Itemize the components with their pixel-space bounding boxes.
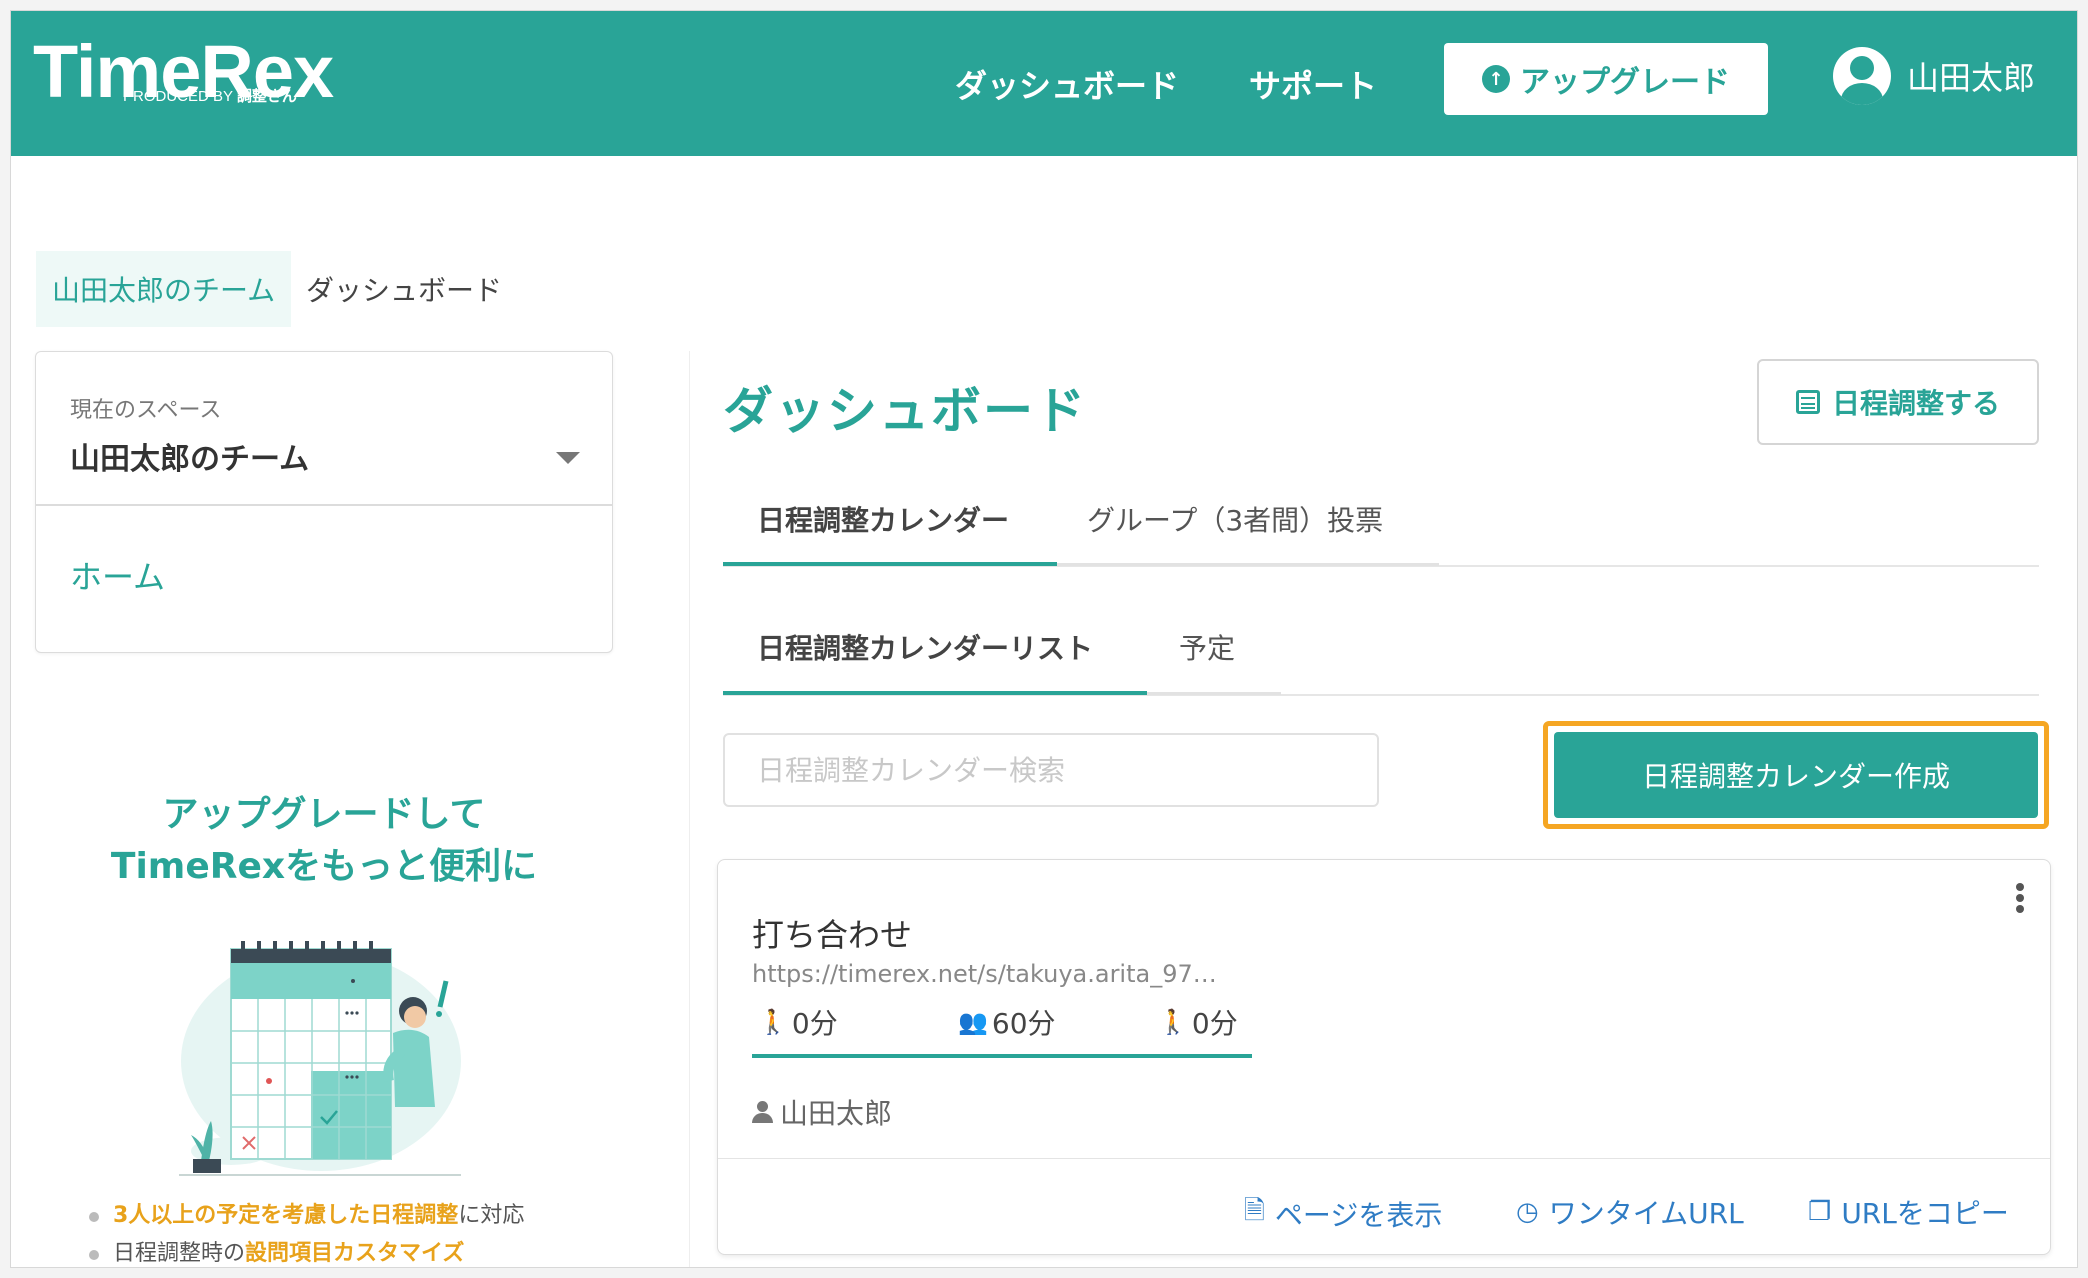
calendar-card[interactable]: 打ち合わせ https://timerex.net/s/takuya.arita… bbox=[717, 859, 2051, 1255]
page-title: ダッシュボード bbox=[723, 382, 1087, 440]
avatar-icon bbox=[1833, 47, 1891, 105]
walking-icon: 🚶 bbox=[1158, 1008, 1188, 1036]
walking-icon: 🚶 bbox=[758, 1008, 788, 1036]
promo-item2-prefix: 日程調整時の bbox=[113, 1241, 246, 1266]
inactive-tab-indicator bbox=[1057, 563, 1439, 566]
schedule-button[interactable]: 日程調整する bbox=[1757, 359, 2039, 445]
after-buffer-value: 0分 bbox=[1191, 1007, 1238, 1040]
calendar-icon bbox=[1795, 390, 1820, 414]
tab-calendar-list[interactable]: 日程調整カレンダーリスト bbox=[757, 627, 1093, 667]
app-window: TimeRex PRODUCED BY 調整さん ダッシュボード サポート ↑ … bbox=[10, 10, 2078, 1268]
list-item: 日程調整時の設問項目カスタマイズ bbox=[83, 1235, 524, 1267]
divider bbox=[36, 504, 612, 506]
promo-title: アップグレードして TimeRexをもっと便利に bbox=[35, 789, 613, 893]
owner-name: 山田太郎 bbox=[780, 1097, 893, 1130]
duration-bar bbox=[752, 1054, 1252, 1058]
calendar-url: https://timerex.net/s/takuya.arita_97… bbox=[752, 960, 1217, 988]
before-buffer-value: 0分 bbox=[791, 1007, 838, 1040]
divider bbox=[718, 1158, 2050, 1159]
meeting-duration: 👥 60分 bbox=[958, 1002, 1056, 1042]
promo-title-line2: TimeRexをもっと便利に bbox=[110, 846, 538, 887]
space-name[interactable]: 山田太郎のチーム bbox=[70, 434, 309, 478]
promo-item1-highlight: 3人以上の予定を考慮した日程調整 bbox=[113, 1203, 459, 1228]
promo-item1-suffix: に対応 bbox=[458, 1203, 525, 1228]
user-menu[interactable]: 山田太郎 bbox=[1833, 47, 2035, 105]
promo-title-line1: アップグレードして bbox=[162, 794, 486, 835]
space-selector-card: 現在のスペース 山田太郎のチーム ホーム bbox=[35, 351, 613, 653]
sidebar-item-home[interactable]: ホーム bbox=[70, 552, 165, 598]
tab-scheduling-calendar[interactable]: 日程調整カレンダー bbox=[757, 499, 1009, 539]
active-subtab-indicator bbox=[723, 691, 1147, 695]
duration-value: 60分 bbox=[991, 1007, 1056, 1040]
upgrade-label: アップグレード bbox=[1520, 65, 1730, 100]
nav-support[interactable]: サポート bbox=[1249, 61, 1377, 107]
user-name: 山田太郎 bbox=[1907, 59, 2036, 97]
space-label: 現在のスペース bbox=[70, 398, 222, 423]
calendar-owner: 山田太郎 bbox=[752, 1092, 892, 1132]
create-button-highlight: 日程調整カレンダー作成 bbox=[1543, 721, 2049, 829]
active-tab-indicator bbox=[723, 562, 1057, 566]
copy-url-label: URLをコピー bbox=[1841, 1197, 2009, 1230]
tab-events[interactable]: 予定 bbox=[1179, 627, 1235, 667]
view-page-button[interactable]: 🗎 ページを表示 bbox=[1244, 1192, 1442, 1236]
copy-icon: ❐ bbox=[1808, 1197, 1832, 1227]
promo-feature-list: 3人以上の予定を考慮した日程調整に対応 日程調整時の設問項目カスタマイズ bbox=[83, 1197, 524, 1267]
caret-down-icon[interactable] bbox=[556, 452, 580, 464]
breadcrumb-team[interactable]: 山田太郎のチーム bbox=[36, 251, 292, 327]
clock-icon: ◷ bbox=[1516, 1197, 1539, 1227]
one-time-url-label: ワンタイムURL bbox=[1548, 1197, 1744, 1230]
upgrade-button[interactable]: ↑ アップグレード bbox=[1444, 43, 1768, 115]
logo-sub-prefix: PRODUCED BY bbox=[123, 88, 237, 105]
list-item: 3人以上の予定を考慮した日程調整に対応 bbox=[83, 1197, 524, 1235]
document-search-icon: 🗎 bbox=[1244, 1196, 1265, 1226]
inactive-subtab-indicator bbox=[1147, 692, 1281, 695]
copy-url-button[interactable]: ❐ URLをコピー bbox=[1808, 1192, 2009, 1232]
calendar-illustration bbox=[179, 941, 461, 1176]
promo-item2-highlight: 設問項目カスタマイズ bbox=[245, 1241, 465, 1266]
breadcrumb-current: ダッシュボード bbox=[306, 274, 503, 307]
after-buffer: 🚶 0分 bbox=[1158, 1002, 1238, 1042]
before-buffer: 🚶 0分 bbox=[758, 1002, 838, 1042]
more-vertical-icon[interactable] bbox=[2010, 880, 2030, 916]
people-icon: 👥 bbox=[958, 1008, 988, 1036]
one-time-url-button[interactable]: ◷ ワンタイムURL bbox=[1516, 1192, 1744, 1232]
view-page-label: ページを表示 bbox=[1274, 1199, 1443, 1232]
schedule-button-label: 日程調整する bbox=[1831, 387, 2000, 420]
arrow-up-circle-icon: ↑ bbox=[1482, 65, 1510, 93]
logo-subtitle: PRODUCED BY 調整さん bbox=[123, 85, 297, 106]
calendar-search-input[interactable] bbox=[723, 733, 1379, 807]
nav-dashboard[interactable]: ダッシュボード bbox=[955, 61, 1179, 107]
tab-group-vote[interactable]: グループ（3者間）投票 bbox=[1087, 499, 1383, 539]
top-header: TimeRex PRODUCED BY 調整さん ダッシュボード サポート ↑ … bbox=[11, 11, 2077, 156]
logo-sub-brand: 調整さん bbox=[236, 88, 297, 105]
create-calendar-button[interactable]: 日程調整カレンダー作成 bbox=[1554, 732, 2038, 818]
person-icon bbox=[752, 1101, 773, 1123]
calendar-title: 打ち合わせ bbox=[752, 916, 913, 954]
column-divider bbox=[689, 351, 690, 1267]
